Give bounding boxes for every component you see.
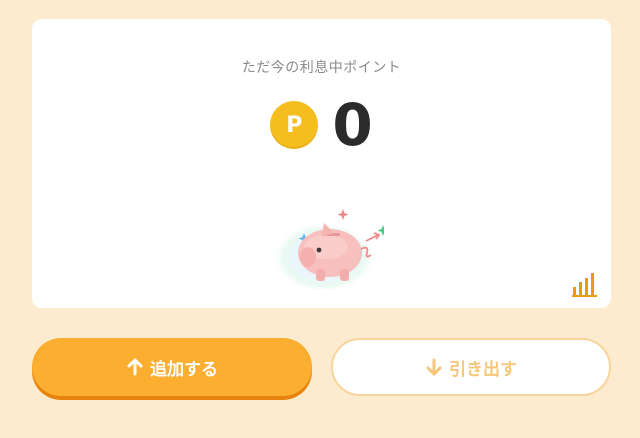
point-coin-icon: P <box>270 101 319 149</box>
add-button[interactable]: 追加する <box>32 338 312 396</box>
points-card: ただ今の利息中ポイント P 0 <box>32 19 611 308</box>
points-row: P 0 <box>32 93 611 157</box>
withdraw-button-label: 引き出す <box>449 359 517 380</box>
sparkle-icon <box>337 209 349 220</box>
arrow-down-icon <box>425 358 443 376</box>
withdraw-button[interactable]: 引き出す <box>331 338 611 396</box>
coin-label: P <box>286 112 303 138</box>
bar-chart-icon[interactable] <box>571 271 599 297</box>
piggy-bank-illustration <box>272 209 384 290</box>
arrow-up-icon <box>126 358 144 376</box>
add-button-label: 追加する <box>150 359 218 380</box>
card-title: ただ今の利息中ポイント <box>241 60 402 76</box>
points-value: 0 <box>332 91 373 159</box>
